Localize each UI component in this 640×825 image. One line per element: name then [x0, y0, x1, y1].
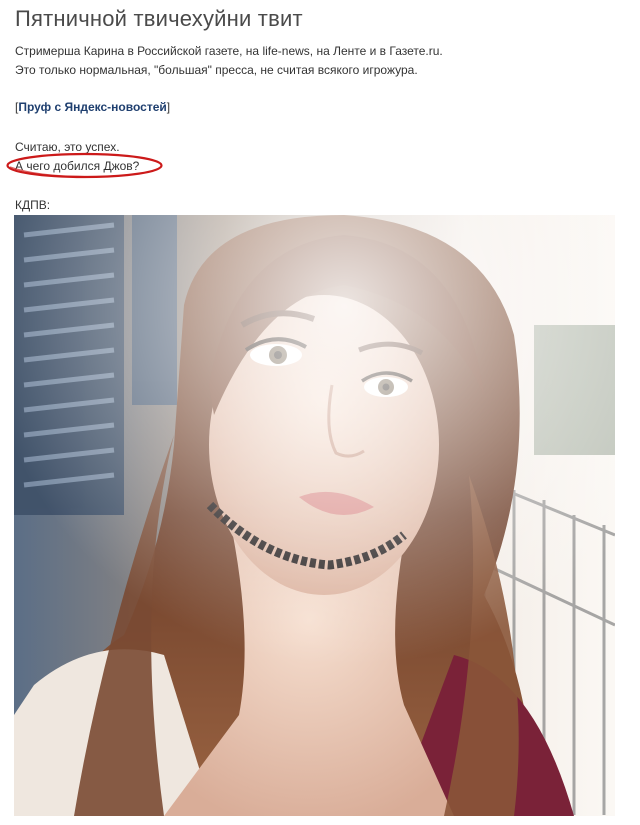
yandex-news-link[interactable]: Пруф с Яндекс-новостей: [18, 100, 166, 114]
intro-paragraph: Стримерша Карина в Российской газете, на…: [15, 42, 443, 80]
intro-line-2: Это только нормальная, "большая" пресса,…: [15, 63, 418, 77]
post-title: Пятничной твичехуйни твит: [15, 6, 303, 31]
selfie-photo: [14, 215, 615, 816]
success-line: Считаю, это успех.: [15, 140, 120, 154]
link-bracket-close: ]: [166, 100, 171, 114]
question-line: А чего добился Джов?: [15, 159, 140, 173]
highlighted-question: А чего добился Джов?: [6, 152, 163, 179]
image-caption: КДПВ:: [15, 198, 51, 212]
photo-illustration: [14, 215, 615, 816]
proof-paragraph: [Пруф с Яндекс-новостей]: [15, 98, 170, 117]
success-paragraph: Считаю, это успех. А чего добился Джов?: [6, 138, 163, 179]
intro-line-1: Стримерша Карина в Российской газете, на…: [15, 44, 443, 58]
post: Пятничной твичехуйни твит Стримерша Кари…: [0, 0, 640, 825]
